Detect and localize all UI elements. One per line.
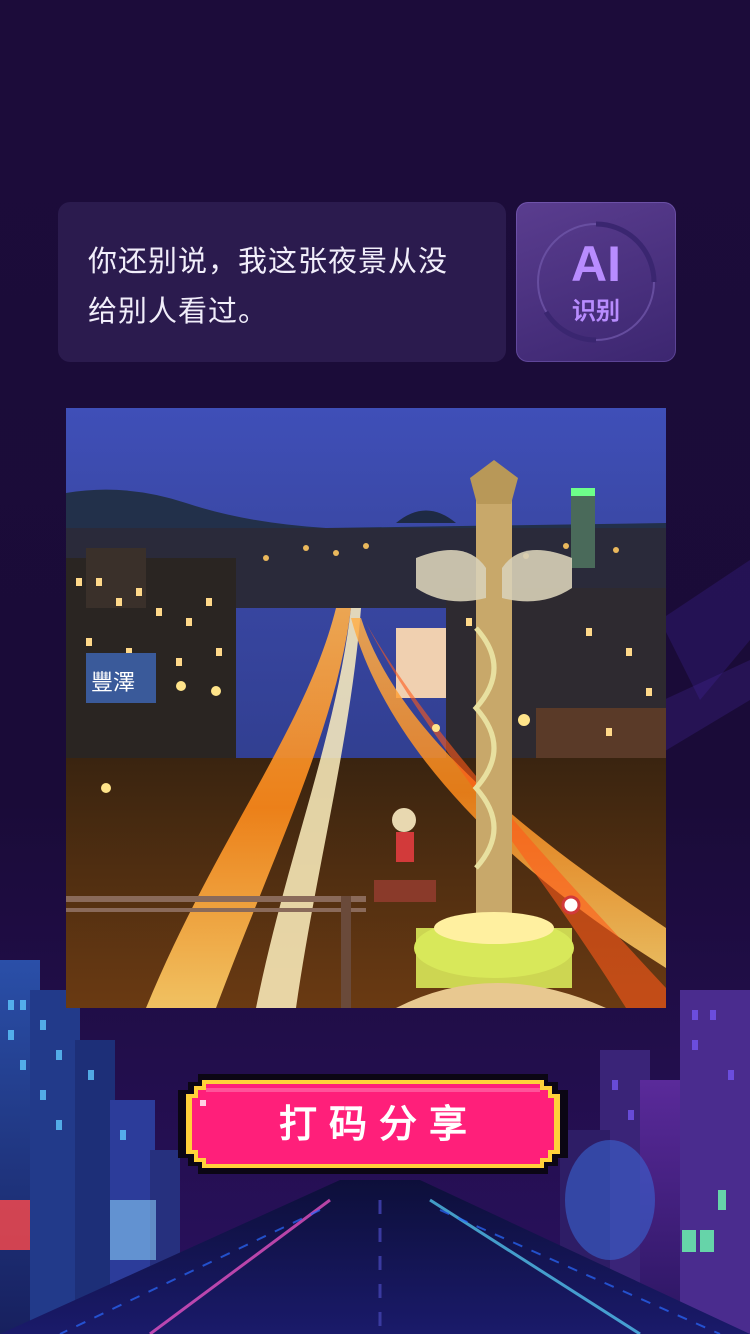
share-with-mosaic-button[interactable]: 打码分享 [178, 1074, 568, 1174]
ai-sub-label: 识别 [572, 297, 620, 325]
message-text: 你还别说，我这张夜景从没给别人看过。 [88, 244, 449, 328]
share-button-label: 打码分享 [278, 1102, 479, 1146]
night-scene-photo: 豐澤 [66, 408, 666, 1008]
billboard-text: 豐澤 [91, 671, 135, 696]
ai-recognize-button[interactable]: AI 识别 [516, 202, 676, 362]
message-bubble: 你还别说，我这张夜景从没给别人看过。 [58, 202, 506, 362]
ai-label: AI [571, 236, 621, 292]
